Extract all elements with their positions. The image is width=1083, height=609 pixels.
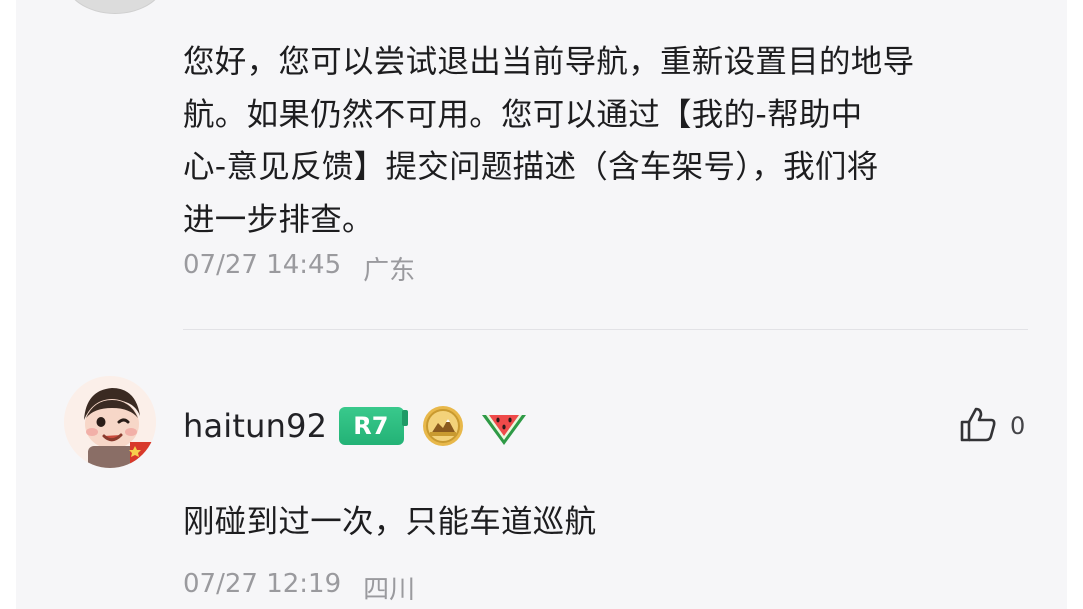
reply-meta: 07/27 14:45 广东 bbox=[183, 250, 415, 287]
previous-avatar[interactable] bbox=[64, 0, 166, 14]
reply-date: 07/27 14:45 bbox=[183, 250, 342, 280]
comment-text: 刚碰到过一次，只能车道巡航 bbox=[183, 504, 597, 540]
comment-header: haitun92 R7 bbox=[183, 398, 530, 454]
username[interactable]: haitun92 bbox=[183, 407, 327, 445]
like-button[interactable]: 0 bbox=[958, 404, 1025, 448]
reply-line: 进一步排查。 bbox=[183, 201, 374, 238]
comment-divider bbox=[183, 329, 1028, 330]
comment-thread: 您好，您可以尝试退出当前导航，重新设置目的地导 航。如果仍然不可用。您可以通过【… bbox=[16, 0, 1067, 609]
reply-content: 您好，您可以尝试退出当前导航，重新设置目的地导 航。如果仍然不可用。您可以通过【… bbox=[183, 36, 1033, 246]
like-count: 0 bbox=[1010, 412, 1026, 440]
level-badge: R7 bbox=[339, 407, 409, 445]
medal-icon bbox=[420, 403, 466, 449]
comment-meta: 07/27 12:19 四川 bbox=[183, 569, 415, 606]
reply-location: 广东 bbox=[363, 256, 416, 286]
watermelon-icon bbox=[478, 403, 530, 449]
comment-date: 07/27 12:19 bbox=[183, 569, 342, 599]
reply-line: 航。如果仍然不可用。您可以通过【我的-帮助中 bbox=[183, 96, 863, 133]
comment-location: 四川 bbox=[363, 575, 416, 605]
user-avatar-icon[interactable] bbox=[64, 376, 156, 468]
thumbs-up-icon bbox=[958, 404, 998, 448]
reply-line: 您好，您可以尝试退出当前导航，重新设置目的地导 bbox=[183, 44, 915, 80]
reply-line: 心-意见反馈】提交问题描述（含车架号），我们将 bbox=[183, 149, 879, 185]
